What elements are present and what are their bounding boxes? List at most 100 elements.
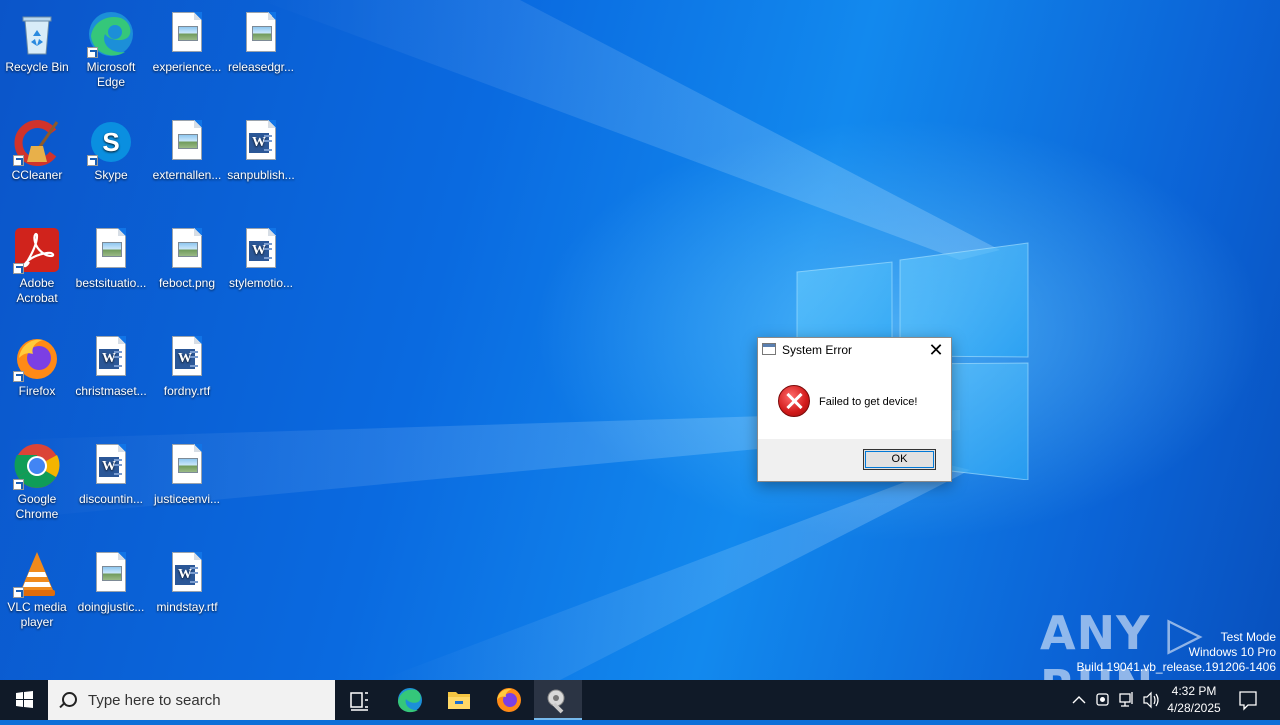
image-file-icon — [237, 10, 285, 58]
desktop-icon-skype[interactable]: S Skype — [74, 112, 148, 212]
watermark-line: Test Mode — [1220, 630, 1276, 644]
system-error-dialog: System Error ✕ Failed to get device! OK — [757, 337, 952, 482]
acrobat-icon — [13, 226, 61, 274]
file-explorer-icon — [448, 692, 470, 709]
task-view-icon — [350, 692, 368, 711]
desktop-icon-file[interactable]: experience... — [150, 4, 224, 104]
desktop-icon-label: sanpublish... — [227, 168, 295, 182]
network-icon — [1119, 692, 1133, 707]
skype-icon: S — [87, 118, 135, 166]
image-file-icon — [163, 10, 211, 58]
desktop-icon-label: Firefox — [18, 384, 56, 398]
desktop-icon-firefox[interactable]: Firefox — [0, 328, 74, 428]
desktop-icon-label: CCleaner — [11, 168, 63, 182]
desktop-icon-recycle-bin[interactable]: Recycle Bin — [0, 4, 74, 104]
taskbar-file-explorer-button[interactable] — [435, 680, 483, 720]
desktop-icon-microsoft-edge[interactable]: Microsoft Edge — [74, 4, 148, 104]
desktop-icon-file[interactable]: feboct.png — [150, 220, 224, 320]
desktop-icon-file[interactable]: doingjustic... — [74, 544, 148, 644]
word-file-icon: W — [237, 118, 285, 166]
ok-button[interactable]: OK — [863, 449, 936, 470]
desktop-icon-file[interactable]: justiceenvi... — [150, 436, 224, 536]
clock-date: 4/28/2025 — [1167, 701, 1221, 715]
desktop-icon-label: Recycle Bin — [5, 60, 69, 74]
close-button[interactable]: ✕ — [921, 338, 951, 362]
taskbar-clock[interactable]: 4:32 PM 4/28/2025 — [1160, 683, 1228, 717]
volume-button[interactable] — [1140, 680, 1162, 720]
desktop-icon-label: Skype — [94, 168, 128, 182]
word-file-icon: W — [87, 442, 135, 490]
test-mode-watermark: Test Mode Windows 10 Pro Build 19041.vb_… — [1077, 630, 1277, 675]
desktop-icon-file[interactable]: W fordny.rtf — [150, 328, 224, 428]
desktop-icon-label: fordny.rtf — [163, 384, 211, 398]
windows-start-icon — [16, 691, 33, 708]
shortcut-arrow-icon — [13, 587, 24, 598]
tray-app-icon — [1096, 693, 1109, 706]
desktop-icon-file[interactable]: releasedgr... — [224, 4, 298, 104]
taskbar-search-box[interactable]: Type here to search — [48, 680, 335, 720]
chrome-icon — [13, 442, 61, 490]
word-file-icon: W — [163, 334, 211, 382]
desktop-icon-file[interactable]: W stylemotio... — [224, 220, 298, 320]
word-file-icon: W — [237, 226, 285, 274]
image-file-icon — [163, 226, 211, 274]
dialog-titlebar[interactable]: System Error ✕ — [758, 338, 951, 362]
tray-app-button[interactable] — [1092, 680, 1114, 720]
desktop-icon-file[interactable]: W mindstay.rtf — [150, 544, 224, 644]
desktop-icon-adobe-acrobat[interactable]: Adobe Acrobat — [0, 220, 74, 320]
show-hidden-icons-button[interactable] — [1068, 680, 1090, 720]
recycle-bin-icon — [13, 10, 61, 58]
dialog-message: Failed to get device! — [819, 396, 918, 408]
image-file-icon — [163, 118, 211, 166]
desktop-icon-label: justiceenvi... — [153, 492, 221, 506]
desktop-icon-label: stylemotio... — [228, 276, 294, 290]
image-file-icon — [87, 550, 135, 598]
running-app-icon — [547, 689, 565, 714]
desktop-icon-file[interactable]: bestsituatio... — [74, 220, 148, 320]
chevron-up-icon — [1072, 696, 1086, 704]
watermark-line: Build 19041.vb_release.191206-1406 — [1076, 660, 1277, 674]
desktop-icon-google-chrome[interactable]: Google Chrome — [0, 436, 74, 536]
word-file-icon: W — [163, 550, 211, 598]
network-button[interactable] — [1116, 680, 1138, 720]
desktop-icon-label: releasedgr... — [227, 60, 295, 74]
taskbar-running-app-button[interactable] — [534, 680, 582, 720]
desktop-icon-file[interactable]: W discountin... — [74, 436, 148, 536]
dialog-title: System Error — [782, 343, 853, 357]
desktop-icon-label: bestsituatio... — [75, 276, 147, 290]
clock-time: 4:32 PM — [1171, 684, 1217, 698]
desktop-icon-vlc[interactable]: VLC media player — [0, 544, 74, 644]
image-file-icon — [87, 226, 135, 274]
desktop-icon-label: mindstay.rtf — [156, 600, 218, 614]
task-view-button[interactable] — [335, 680, 383, 720]
shortcut-arrow-icon — [13, 479, 24, 490]
edge-icon — [398, 688, 422, 713]
desktop-icon-file[interactable]: externallen... — [150, 112, 224, 212]
shortcut-arrow-icon — [87, 47, 98, 58]
svg-text:S: S — [102, 127, 119, 157]
search-icon — [62, 692, 77, 707]
action-center-button[interactable] — [1232, 680, 1264, 720]
firefox-icon — [497, 688, 521, 712]
dialog-footer: OK — [758, 439, 951, 481]
desktop-icon-file[interactable]: W sanpublish... — [224, 112, 298, 212]
ccleaner-icon — [13, 118, 61, 166]
taskbar-edge-button[interactable] — [386, 680, 434, 720]
desktop-icon-label: Adobe Acrobat — [16, 276, 58, 305]
shortcut-arrow-icon — [13, 263, 24, 274]
shortcut-arrow-icon — [13, 371, 24, 382]
desktop-icon-label: externallen... — [152, 168, 222, 182]
taskbar-firefox-button[interactable] — [485, 680, 533, 720]
notification-icon — [1239, 691, 1257, 711]
desktop-icon-ccleaner[interactable]: CCleaner — [0, 112, 74, 212]
error-icon — [778, 385, 810, 417]
desktop-icon-label: experience... — [152, 60, 222, 74]
desktop-icon-label: VLC media player — [7, 600, 67, 629]
word-file-icon: W — [87, 334, 135, 382]
desktop-icon-label: doingjustic... — [77, 600, 145, 614]
watermark-line: Windows 10 Pro — [1188, 645, 1276, 659]
search-placeholder: Type here to search — [88, 692, 221, 709]
start-button[interactable] — [0, 680, 48, 720]
shortcut-arrow-icon — [87, 155, 98, 166]
desktop-icon-file[interactable]: W christmaset... — [74, 328, 148, 428]
